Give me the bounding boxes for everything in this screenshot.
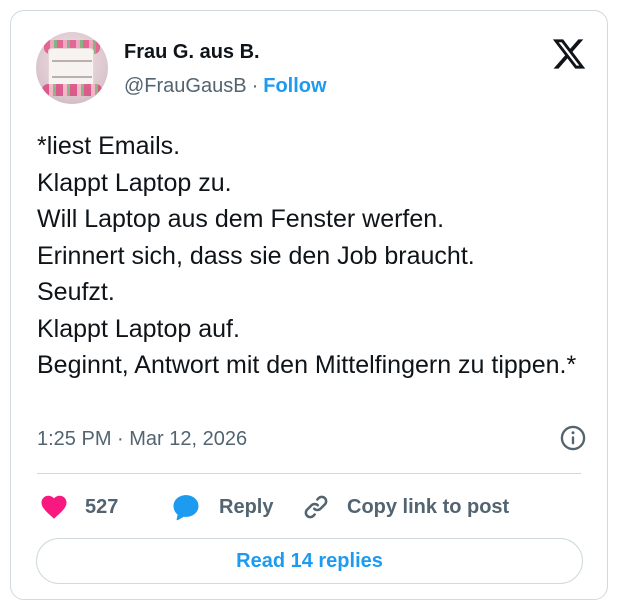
like-count: 527 [85, 495, 119, 518]
info-icon[interactable] [559, 424, 587, 452]
avatar[interactable] [36, 32, 108, 104]
reply-label: Reply [219, 495, 274, 518]
separator-dot: · [251, 75, 259, 97]
author-handle[interactable]: @FrauGausB [124, 75, 247, 97]
read-replies-button[interactable]: Read 14 replies [36, 538, 583, 584]
speech-bubble-icon [173, 495, 199, 521]
divider [37, 473, 581, 474]
tweet-meta: 1:25 PM · Mar 12, 2026 [37, 424, 587, 454]
author-display-name[interactable]: Frau G. aus B. [124, 40, 327, 64]
heart-icon [41, 495, 67, 519]
author-handle-row: @FrauGausB · Follow [124, 74, 327, 98]
author-info: Frau G. aus B. @FrauGausB · Follow [124, 40, 327, 98]
reply-button[interactable]: Reply [171, 489, 273, 525]
avatar-mug-text [52, 60, 92, 78]
x-logo-icon[interactable] [551, 36, 587, 72]
tweet-text: *liest Emails. Klappt Laptop zu. Will La… [37, 132, 577, 379]
copy-link-label: Copy link to post [347, 495, 510, 518]
tweet-header: Frau G. aus B. @FrauGausB · Follow [36, 32, 587, 104]
avatar-decoration-bottom [42, 84, 102, 96]
link-icon [304, 495, 328, 519]
action-bar: 527 Reply Copy link to post [39, 489, 587, 525]
tweet-card: Frau G. aus B. @FrauGausB · Follow *liest … [10, 10, 608, 600]
tweet-timestamp[interactable]: 1:25 PM · Mar 12, 2026 [37, 427, 247, 451]
copy-link-button[interactable]: Copy link to post [301, 489, 509, 525]
follow-link[interactable]: Follow [263, 75, 326, 97]
like-button[interactable]: 527 [39, 489, 118, 525]
